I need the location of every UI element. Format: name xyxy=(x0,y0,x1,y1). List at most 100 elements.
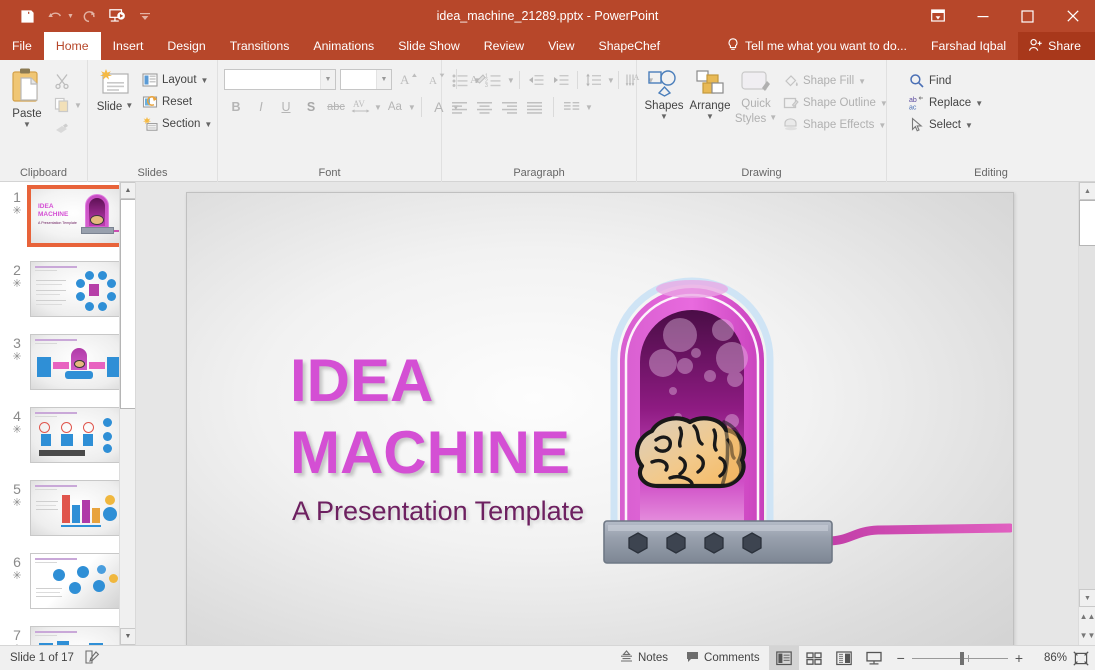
bullets-dropdown-icon[interactable]: ▼ xyxy=(473,77,481,85)
zoom-slider[interactable] xyxy=(912,658,1008,659)
customize-qat-icon[interactable] xyxy=(132,4,158,28)
cut-icon[interactable] xyxy=(50,70,74,92)
align-left-button[interactable] xyxy=(448,96,472,118)
paste-button[interactable]: Paste ▼ xyxy=(4,66,50,129)
share-button[interactable]: Share xyxy=(1018,32,1095,60)
zoom-in-button[interactable]: + xyxy=(1015,650,1023,666)
slide-subtitle[interactable]: A Presentation Template xyxy=(292,496,584,527)
replace-dropdown-icon[interactable]: ▼ xyxy=(975,100,983,108)
slide-sorter-view-button[interactable] xyxy=(799,646,829,670)
list-item[interactable]: 6 ✳ xyxy=(0,547,135,620)
arrange-dropdown-icon[interactable]: ▼ xyxy=(706,113,714,121)
table-row[interactable] xyxy=(30,480,126,536)
shapes-dropdown-icon[interactable]: ▼ xyxy=(660,113,668,121)
shape-effects-dropdown-icon[interactable]: ▼ xyxy=(878,122,886,130)
scroll-up-icon[interactable]: ▲ xyxy=(1079,182,1095,200)
table-row[interactable] xyxy=(30,407,126,463)
select-dropdown-icon[interactable]: ▼ xyxy=(965,122,973,130)
zoom-slider-handle[interactable] xyxy=(960,652,964,665)
numbering-dropdown-icon[interactable]: ▼ xyxy=(507,77,515,85)
text-shadow-button[interactable]: S xyxy=(299,96,323,118)
close-button[interactable] xyxy=(1050,0,1095,32)
shape-effects-button[interactable]: Shape Effects ▼ xyxy=(779,114,892,136)
zoom-control[interactable]: − + xyxy=(889,650,1031,666)
tab-view[interactable]: View xyxy=(536,32,586,60)
columns-dropdown-icon[interactable]: ▼ xyxy=(585,104,593,112)
reading-view-button[interactable] xyxy=(829,646,859,670)
scrollbar-thumb[interactable] xyxy=(1079,200,1095,246)
fit-slide-to-window-button[interactable] xyxy=(1067,646,1095,670)
font-size-input[interactable]: ▼ xyxy=(340,69,392,90)
scrollbar-thumb[interactable] xyxy=(120,199,136,409)
copy-icon[interactable] xyxy=(50,94,74,116)
tab-design[interactable]: Design xyxy=(155,32,217,60)
new-slide-dropdown-icon[interactable]: ▼ xyxy=(125,102,133,110)
justify-button[interactable] xyxy=(523,96,547,118)
tab-review[interactable]: Review xyxy=(472,32,536,60)
canvas-vertical-scrollbar[interactable]: ▲ ▼ ▲▲ ▼▼ xyxy=(1078,182,1095,645)
current-slide[interactable]: IDEA MACHINE A Presentation Template xyxy=(186,192,1014,645)
new-slide-button[interactable]: Slide ▼ xyxy=(92,66,138,113)
copy-dropdown-icon[interactable]: ▼ xyxy=(74,102,82,110)
character-spacing-button[interactable]: AV xyxy=(349,96,373,118)
scroll-up-icon[interactable]: ▲ xyxy=(120,182,136,199)
shape-fill-dropdown-icon[interactable]: ▼ xyxy=(858,78,866,86)
zoom-percentage[interactable]: 86% xyxy=(1031,652,1067,664)
shapes-button[interactable]: Shapes ▼ xyxy=(641,66,687,121)
tab-shapechef[interactable]: ShapeChef xyxy=(587,32,673,60)
normal-view-button[interactable] xyxy=(769,646,799,670)
columns-button[interactable] xyxy=(560,96,584,118)
table-row[interactable] xyxy=(30,553,126,609)
scroll-down-icon[interactable]: ▼ xyxy=(120,628,136,645)
numbering-button[interactable]: 123 xyxy=(482,69,506,91)
slide-indicator[interactable]: Slide 1 of 17 xyxy=(10,652,74,664)
strikethrough-button[interactable]: abc xyxy=(324,96,348,118)
change-case-dropdown-icon[interactable]: ▼ xyxy=(408,104,416,112)
align-right-button[interactable] xyxy=(498,96,522,118)
list-item[interactable]: 2 ✳ xyxy=(0,255,135,328)
minimize-button[interactable] xyxy=(960,0,1005,32)
list-item[interactable]: 5 ✳ xyxy=(0,474,135,547)
layout-button[interactable]: Layout ▼ xyxy=(138,69,216,91)
quick-styles-dropdown-icon[interactable]: ▼ xyxy=(769,114,777,122)
increase-indent-button[interactable] xyxy=(549,69,573,91)
next-slide-button[interactable]: ▼▼ xyxy=(1079,626,1095,645)
underline-button[interactable]: U xyxy=(274,96,298,118)
tab-animations[interactable]: Animations xyxy=(301,32,386,60)
section-dropdown-icon[interactable]: ▼ xyxy=(204,121,212,129)
notes-page-icon[interactable] xyxy=(84,650,100,667)
bold-button[interactable]: B xyxy=(224,96,248,118)
ribbon-display-options-button[interactable] xyxy=(915,0,960,32)
replace-button[interactable]: abac Replace ▼ xyxy=(905,92,987,114)
font-size-dropdown-icon[interactable]: ▼ xyxy=(376,70,391,89)
scrollbar-track[interactable] xyxy=(1079,246,1095,589)
comments-button[interactable]: Comments xyxy=(677,646,769,670)
decrease-indent-button[interactable] xyxy=(524,69,548,91)
undo-dropdown-icon[interactable]: ▼ xyxy=(67,13,74,20)
tab-slide-show[interactable]: Slide Show xyxy=(386,32,472,60)
layout-dropdown-icon[interactable]: ▼ xyxy=(201,77,209,85)
paste-dropdown-icon[interactable]: ▼ xyxy=(23,121,31,129)
section-button[interactable]: Section ▼ xyxy=(138,113,216,135)
scroll-down-icon[interactable]: ▼ xyxy=(1079,589,1095,607)
line-spacing-button[interactable] xyxy=(582,69,606,91)
redo-icon[interactable] xyxy=(76,4,102,28)
increase-font-size-icon[interactable]: A xyxy=(396,68,420,90)
select-button[interactable]: Select ▼ xyxy=(905,114,987,136)
slide-thumbnail-pane[interactable]: 1 ✳ IDEAMACHINE A Presentation Template xyxy=(0,182,136,645)
font-name-dropdown-icon[interactable]: ▼ xyxy=(320,70,335,89)
format-painter-icon[interactable] xyxy=(50,118,74,140)
character-spacing-dropdown-icon[interactable]: ▼ xyxy=(374,104,382,112)
list-item[interactable]: 4 ✳ xyxy=(0,401,135,474)
zoom-out-button[interactable]: − xyxy=(897,650,905,666)
shape-outline-button[interactable]: Shape Outline ▼ xyxy=(779,92,892,114)
page-title[interactable]: IDEA MACHINE xyxy=(290,345,570,489)
reset-button[interactable]: Reset xyxy=(138,91,216,113)
list-item[interactable]: 7 ✳ xyxy=(0,620,135,645)
tell-me-search[interactable]: Tell me what you want to do... xyxy=(715,32,919,60)
find-button[interactable]: Find xyxy=(905,70,987,92)
maximize-button[interactable] xyxy=(1005,0,1050,32)
list-item[interactable]: 3 ✳ xyxy=(0,328,135,401)
undo-icon[interactable] xyxy=(42,4,68,28)
tab-file[interactable]: File xyxy=(0,32,44,60)
